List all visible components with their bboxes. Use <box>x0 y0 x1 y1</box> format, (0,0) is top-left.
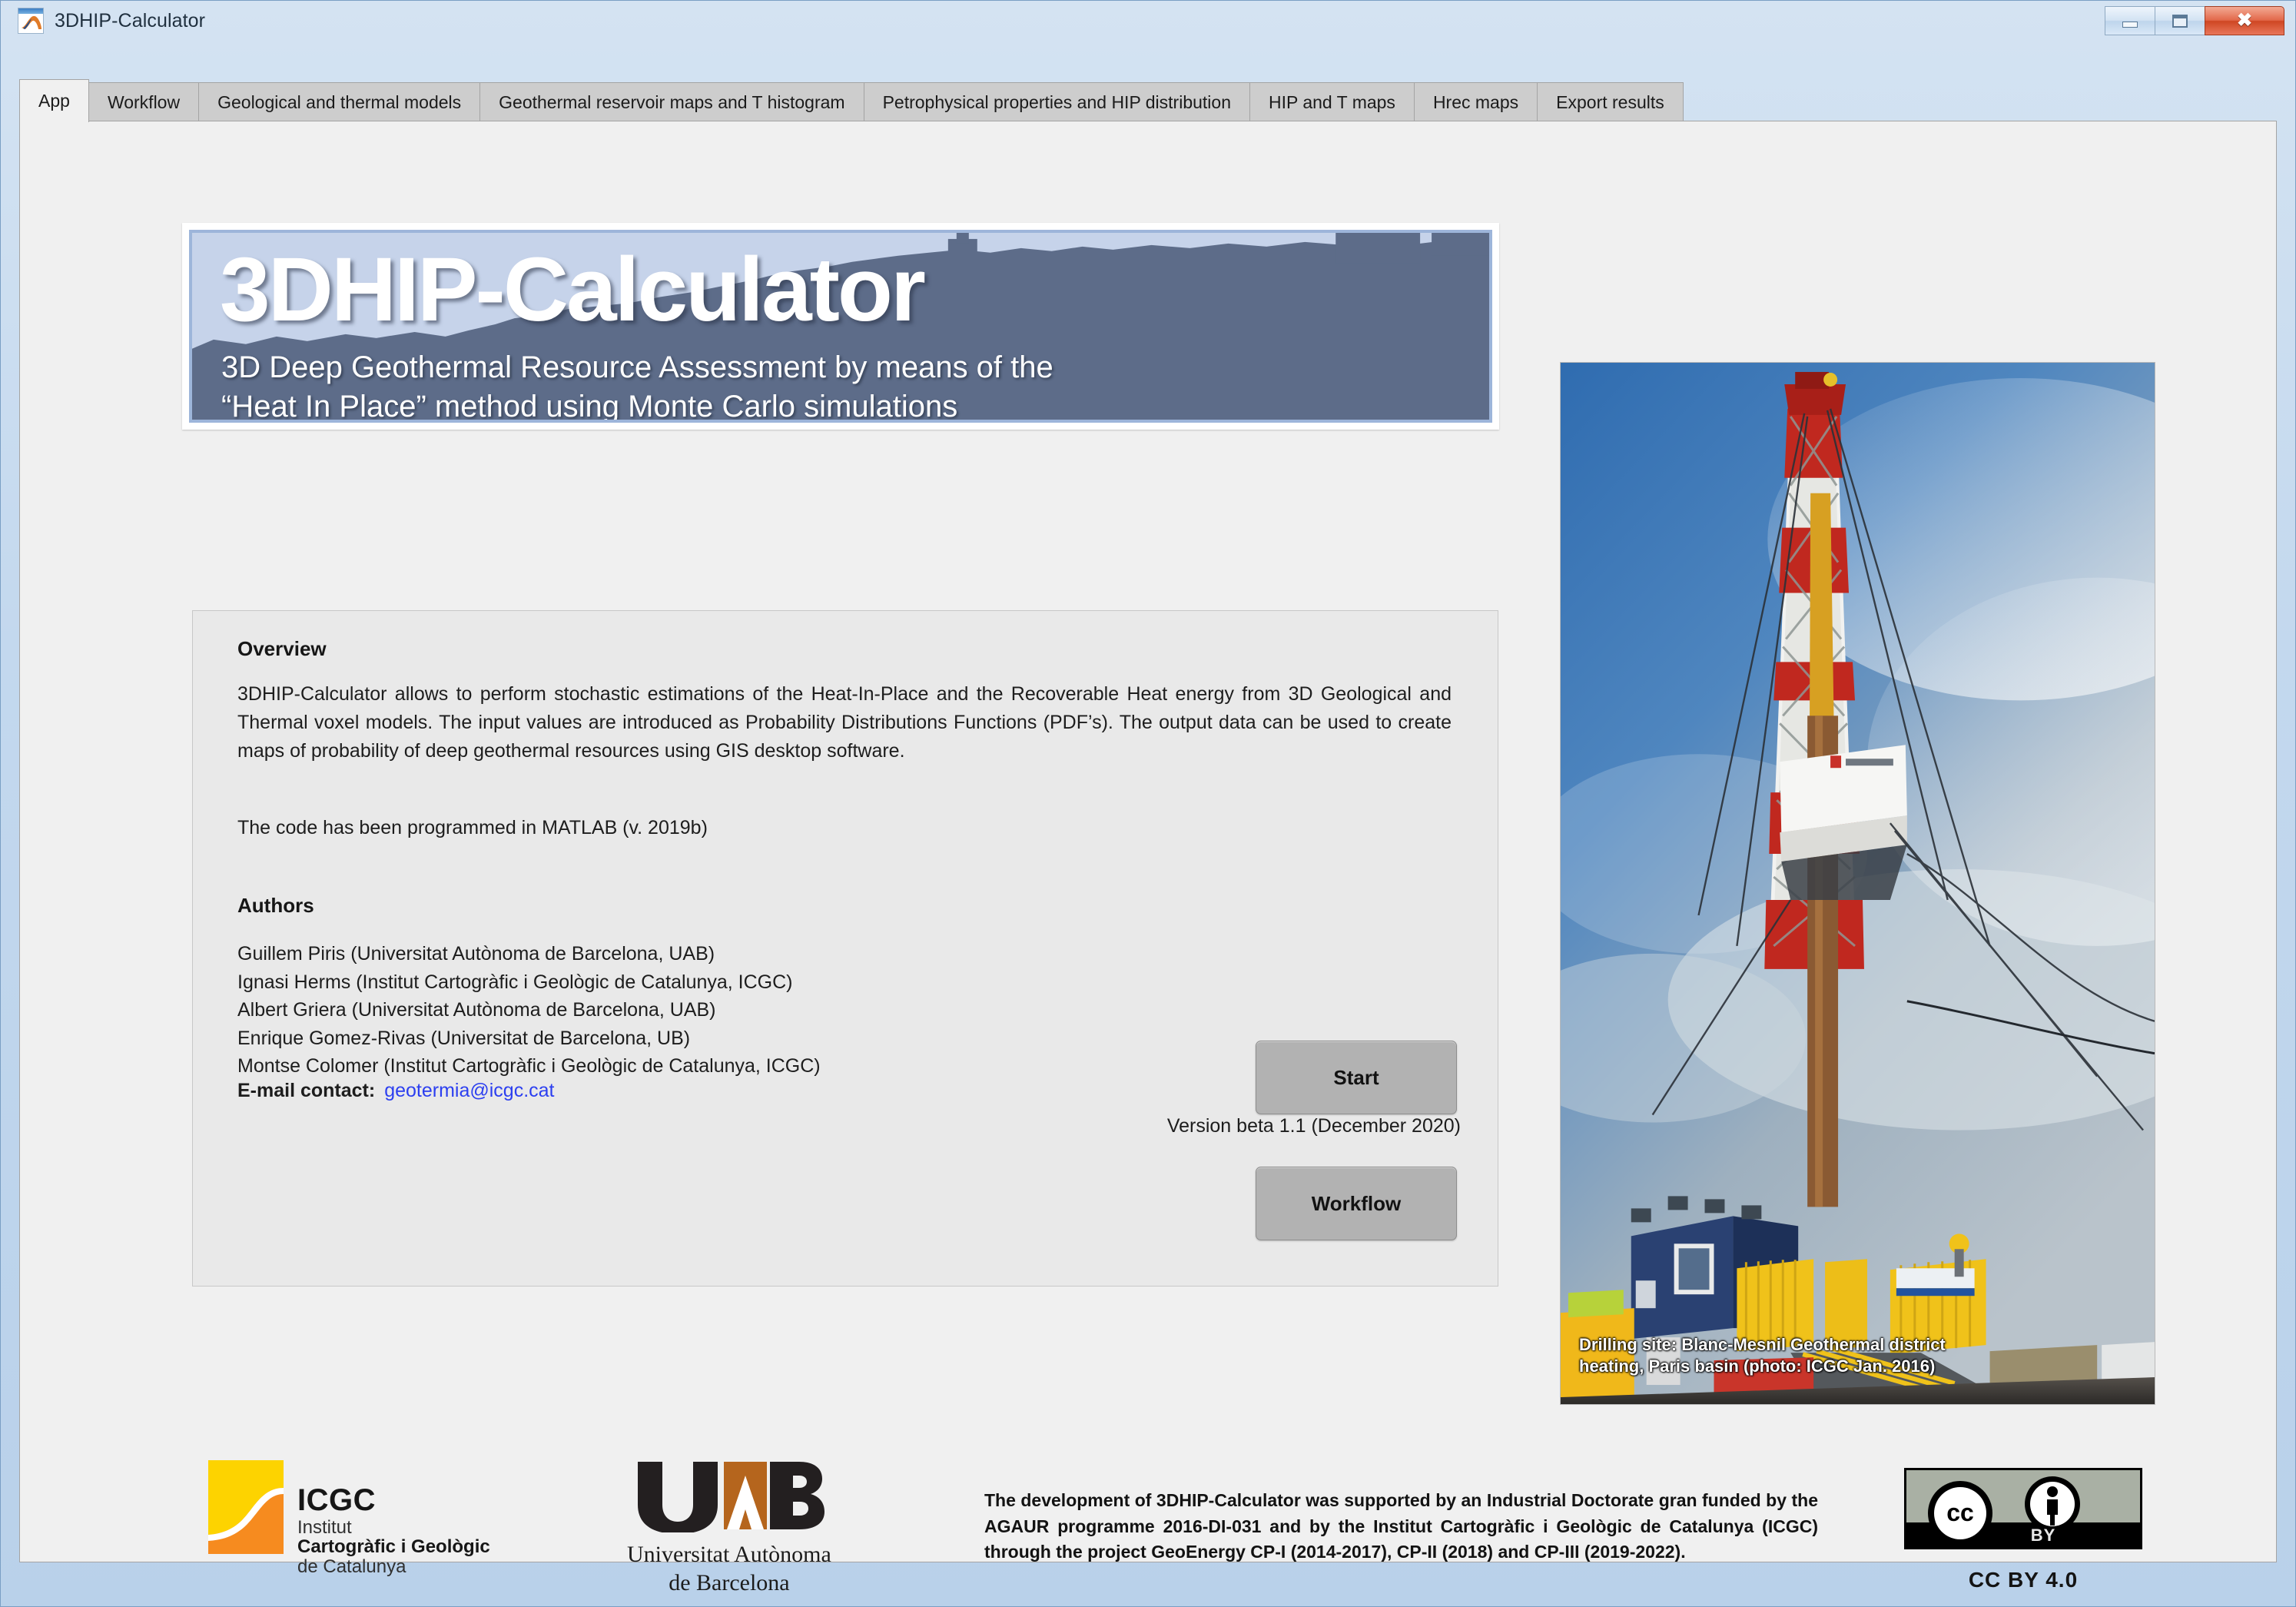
acknowledgement-text: The development of 3DHIP-Calculator was … <box>984 1490 1818 1562</box>
banner-subtitle-line1: 3D Deep Geothermal Resource Assessment b… <box>221 350 1053 384</box>
tab-geological-and-thermal-models[interactable]: Geological and thermal models <box>199 82 481 122</box>
tab-label: App <box>38 91 70 111</box>
author-item: Guillem Piris (Universitat Autònoma de B… <box>237 943 715 965</box>
tab-bar-filler <box>1683 82 2277 122</box>
cc-by-badge-icon: cc BY <box>1904 1468 2142 1549</box>
icgc-logo-text: ICGC Institut Cartogràfic i Geològic de … <box>297 1460 490 1576</box>
uab-logo-text: Universitat Autònoma de Barcelona <box>627 1541 831 1597</box>
matlab-app-icon <box>18 8 44 34</box>
author-item: Ignasi Herms (Institut Cartogràfic i Geo… <box>237 971 793 993</box>
banner-subtitle-line2: “Heat In Place” method using Monte Carlo… <box>221 390 958 423</box>
minimize-button[interactable] <box>2105 6 2155 35</box>
tab-workflow[interactable]: Workflow <box>88 82 200 122</box>
tab-label: Hrec maps <box>1432 92 1519 112</box>
minimize-icon <box>2122 22 2138 28</box>
icgc-line-institut: Institut <box>297 1516 352 1538</box>
uab-logo: Universitat Autònoma de Barcelona <box>627 1459 831 1597</box>
tab-geothermal-reservoir-maps[interactable]: Geothermal reservoir maps and T histogra… <box>480 82 864 122</box>
tab-hip-and-t-maps[interactable]: HIP and T maps <box>1250 82 1415 122</box>
tab-label: Geothermal reservoir maps and T histogra… <box>499 92 845 112</box>
close-icon: ✖ <box>2236 10 2253 31</box>
photo-caption-line1: Drilling site: Blanc-Mesnil Geothermal d… <box>1579 1334 1946 1354</box>
uab-logo-mark <box>637 1462 825 1534</box>
tab-label: Export results <box>1556 92 1664 112</box>
tab-label: HIP and T maps <box>1269 92 1395 112</box>
overview-heading: Overview <box>237 637 327 660</box>
maximize-button[interactable] <box>2155 6 2205 35</box>
window-title: 3DHIP-Calculator <box>55 9 206 32</box>
drilling-site-photo: Drilling site: Blanc-Mesnil Geothermal d… <box>1560 362 2155 1405</box>
title-bar: 3DHIP-Calculator ✖ <box>1 1 2295 41</box>
icgc-logo: ICGC Institut Cartogràfic i Geològic de … <box>208 1460 490 1576</box>
email-contact-row: E-mail contact: geotermia@icgc.cat <box>237 1080 555 1102</box>
workflow-button-label: Workflow <box>1311 1191 1402 1215</box>
window-controls: ✖ <box>2105 6 2284 35</box>
app-banner: 3DHIP-Calculator 3D Deep Geothermal Reso… <box>182 223 1499 430</box>
application-window: 3DHIP-Calculator ✖ App Workflow Geologic… <box>0 0 2296 1607</box>
author-item: Enrique Gomez-Rivas (Universitat de Barc… <box>237 1027 691 1049</box>
email-contact-link[interactable]: geotermia@icgc.cat <box>384 1080 554 1102</box>
uab-line2: de Barcelona <box>669 1569 790 1595</box>
overview-body: 3DHIP-Calculator allows to perform stoch… <box>237 683 1452 762</box>
svg-text:cc: cc <box>1946 1499 1974 1526</box>
tab-label: Workflow <box>107 92 181 112</box>
author-item: Montse Colomer (Institut Cartogràfic i G… <box>237 1055 821 1077</box>
photo-graphic <box>1561 363 2155 1404</box>
app-tab-panel: 3DHIP-Calculator 3D Deep Geothermal Reso… <box>19 121 2277 1595</box>
banner-title: 3DHIP-Calculator <box>220 239 926 340</box>
photo-caption: Drilling site: Blanc-Mesnil Geothermal d… <box>1579 1334 2117 1378</box>
banner-subtitle: 3D Deep Geothermal Resource Assessment b… <box>221 348 1053 423</box>
icgc-line-catalunya: de Catalunya <box>297 1556 406 1577</box>
start-button[interactable]: Start <box>1256 1041 1457 1114</box>
matlab-note: The code has been programmed in MATLAB (… <box>237 817 708 838</box>
author-item: Albert Griera (Universitat Autònoma de B… <box>237 999 716 1021</box>
workflow-button[interactable]: Workflow <box>1256 1167 1457 1240</box>
icgc-logo-mark <box>208 1460 284 1554</box>
icgc-line-cartografic: Cartogràfic i Geològic <box>297 1536 490 1558</box>
tab-bar: App Workflow Geological and thermal mode… <box>19 79 2277 122</box>
photo-caption-line2: heating, Paris basin (photo: ICGC Jan. 2… <box>1579 1356 1936 1376</box>
email-contact-label: E-mail contact: <box>237 1080 376 1101</box>
close-button[interactable]: ✖ <box>2205 6 2284 35</box>
uab-line1: Universitat Autònoma <box>627 1542 831 1567</box>
tab-label: Petrophysical properties and HIP distrib… <box>882 92 1231 112</box>
version-text: Version beta 1.1 (December 2020) <box>1166 1115 1461 1137</box>
start-button-label: Start <box>1333 1065 1379 1089</box>
tab-hrec-maps[interactable]: Hrec maps <box>1414 82 1538 122</box>
authors-heading: Authors <box>237 894 314 917</box>
tab-app[interactable]: App <box>19 79 89 122</box>
banner-inner: 3DHIP-Calculator 3D Deep Geothermal Reso… <box>189 230 1492 423</box>
tab-petrophysical-properties[interactable]: Petrophysical properties and HIP distrib… <box>864 82 1250 122</box>
license-block: cc BY CC BY 4.0 <box>1904 1468 2142 1592</box>
authors-list: Guillem Piris (Universitat Autònoma de B… <box>237 940 821 1081</box>
tab-label: Geological and thermal models <box>217 92 462 112</box>
cc-badge-by-label: BY <box>2030 1526 2056 1545</box>
tab-export-results[interactable]: Export results <box>1538 82 1684 122</box>
icgc-acronym: ICGC <box>297 1483 376 1517</box>
maximize-icon <box>2172 14 2188 28</box>
license-label: CC BY 4.0 <box>1968 1568 2079 1592</box>
